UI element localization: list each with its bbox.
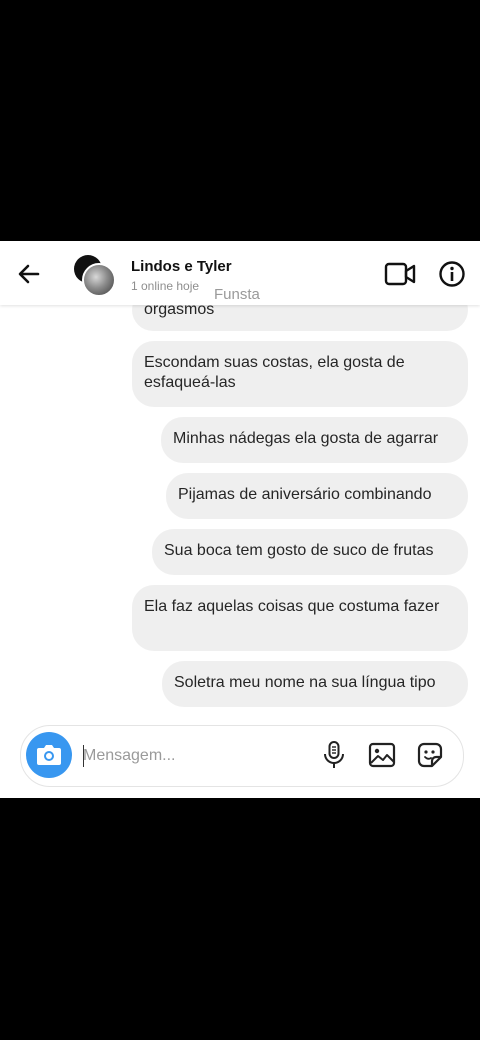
message-text: Soletra meu nome na sua língua tipo: [174, 674, 436, 691]
group-avatar[interactable]: [74, 255, 116, 297]
gallery-icon: [368, 742, 396, 768]
gallery-button[interactable]: [368, 741, 396, 769]
video-camera-icon: [384, 262, 416, 286]
camera-icon: [37, 745, 61, 765]
message-bubble[interactable]: Escondam suas costas, ela gosta de esfaq…: [132, 341, 468, 407]
microphone-button[interactable]: [321, 740, 347, 770]
message-composer: [20, 725, 464, 787]
back-button[interactable]: [14, 259, 44, 289]
chat-title[interactable]: Lindos e Tyler: [131, 258, 232, 275]
sticker-icon: [417, 742, 443, 768]
watermark-text: Funsta: [214, 286, 260, 303]
message-text: Minhas nádegas ela gosta de agarrar: [173, 430, 439, 447]
message-text: Escondam suas costas, ela gosta de esfaq…: [144, 354, 405, 391]
message-text: Sua boca tem gosto de suco de frutas: [164, 542, 434, 559]
message-input[interactable]: [83, 746, 283, 766]
online-status: 1 online hoje: [131, 279, 200, 293]
message-text: Ela faz aquelas coisas que costuma fazer: [144, 598, 440, 615]
message-bubble[interactable]: Ela faz aquelas coisas que costuma fazer: [132, 585, 468, 651]
info-icon: [439, 261, 465, 287]
chat-screen: Lindos e Tyler 1 online hoje Funsta orga…: [0, 241, 480, 798]
message-bubble[interactable]: Soletra meu nome na sua língua tipo: [162, 661, 468, 707]
arrow-left-icon: [18, 264, 40, 284]
info-button[interactable]: [438, 260, 466, 288]
avatar: [82, 263, 116, 297]
message-text: Pijamas de aniversário combinando: [178, 486, 432, 503]
message-bubble[interactable]: Sua boca tem gosto de suco de frutas: [152, 529, 468, 575]
message-bubble[interactable]: Minhas nádegas ela gosta de agarrar: [161, 417, 468, 463]
message-bubble[interactable]: Pijamas de aniversário combinando: [166, 473, 468, 519]
sticker-button[interactable]: [416, 741, 444, 769]
microphone-icon: [324, 741, 344, 768]
camera-button[interactable]: [26, 732, 72, 778]
video-call-button[interactable]: [384, 261, 416, 287]
